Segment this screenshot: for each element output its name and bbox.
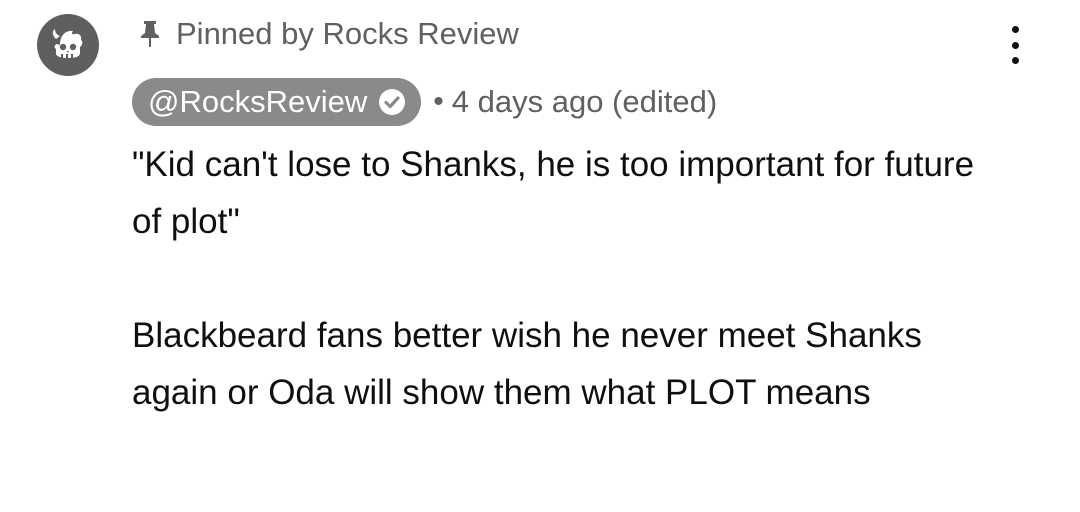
skull-avatar-icon: [52, 29, 83, 58]
comment-meta: @RocksReview • 4 days ago (edited): [132, 78, 717, 126]
pin-icon: [141, 21, 159, 47]
pinned-label-row: Pinned by Rocks Review: [138, 14, 519, 54]
meta-separator: •: [433, 85, 444, 118]
pinned-comment: Pinned by Rocks Review @RocksReview • 4 …: [0, 0, 1080, 512]
comment-text: "Kid can't lose to Shanks, he is too imp…: [132, 136, 1012, 421]
pinned-by-text: Pinned by Rocks Review: [176, 16, 519, 51]
comment-timestamp: 4 days ago (edited): [451, 84, 718, 119]
comment-paragraph-2: Blackbeard fans better wish he never mee…: [132, 316, 922, 412]
author-avatar[interactable]: [37, 14, 99, 76]
author-handle-chip[interactable]: @RocksReview: [132, 78, 422, 126]
more-vert-icon: [1011, 26, 1019, 33]
verified-check-icon: [379, 89, 406, 115]
comment-paragraph-1: "Kid can't lose to Shanks, he is too imp…: [132, 145, 975, 241]
author-handle: @RocksReview: [148, 84, 368, 119]
more-actions-button[interactable]: [995, 22, 1035, 68]
